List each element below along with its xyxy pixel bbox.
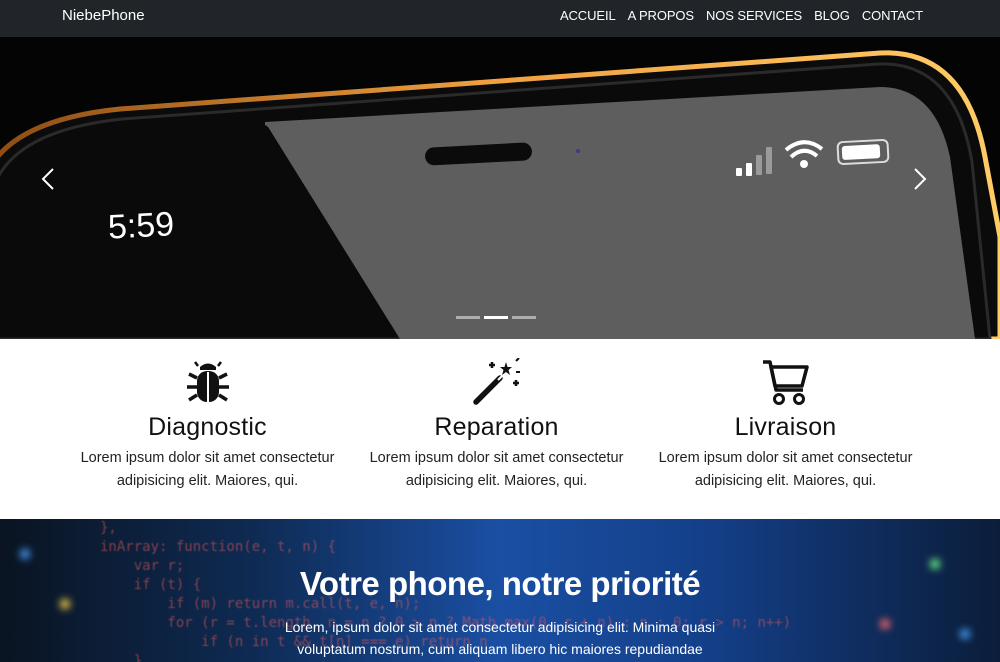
feature-title: Livraison: [734, 413, 837, 441]
banner-text-line: Lorem, ipsum dolor sit amet consectetur …: [284, 619, 716, 635]
shopping-cart-icon: [762, 360, 809, 405]
feature-description-line: adipisicing elit. Maiores, qui.: [116, 473, 299, 489]
carousel-indicator-3[interactable]: [512, 316, 536, 319]
feature-description-line: adipisicing elit. Maiores, qui.: [694, 473, 877, 489]
banner-text: Lorem, ipsum dolor sit amet consectetur …: [250, 616, 750, 660]
brand-logo[interactable]: NiebePhone: [62, 7, 145, 24]
nav-link-nos-services[interactable]: NOS SERVICES: [706, 8, 802, 23]
nav-link-accueil[interactable]: ACCUEIL: [560, 8, 616, 23]
chevron-left-icon: [41, 168, 54, 190]
feature-description-line: Lorem ipsum dolor sit amet consectetur: [369, 450, 624, 466]
nav-menu: ACCUEIL A PROPOS NOS SERVICES BLOG CONTA…: [560, 8, 923, 23]
carousel-prev-button[interactable]: [40, 167, 80, 207]
feature-title: Reparation: [434, 413, 559, 441]
bug-icon: [186, 361, 229, 402]
banner-text-line: voluptatum nostrum, cum aliquam libero h…: [297, 641, 703, 657]
feature-description-line: adipisicing elit. Maiores, qui.: [405, 473, 588, 489]
feature-description: Lorem ipsum dolor sit amet consectetur a…: [63, 447, 352, 493]
banner-title: Votre phone, notre priorité: [299, 565, 701, 602]
carousel-indicators: [456, 316, 536, 319]
feature-diagnostic: Diagnostic Lorem ipsum dolor sit amet co…: [63, 339, 352, 493]
nav-link-a-propos[interactable]: A PROPOS: [628, 8, 694, 23]
feature-livraison: Livraison Lorem ipsum dolor sit amet con…: [641, 339, 930, 493]
feature-description: Lorem ipsum dolor sit amet consectetur a…: [352, 447, 641, 493]
features-section: Diagnostic Lorem ipsum dolor sit amet co…: [0, 339, 1000, 519]
chevron-right-icon: [914, 168, 927, 190]
phone-clock-text: 5:59: [107, 205, 175, 246]
carousel-indicator-2[interactable]: [484, 316, 508, 319]
nav-link-blog[interactable]: BLOG: [814, 8, 850, 23]
light-glow: [960, 629, 970, 639]
phone-slide-image: 5:59: [0, 37, 1000, 339]
feature-reparation: Reparation Lorem ipsum dolor sit amet co…: [352, 339, 641, 493]
feature-description-line: Lorem ipsum dolor sit amet consectetur: [80, 450, 335, 466]
hero-carousel: 5:59: [0, 37, 1000, 339]
carousel-indicator-1[interactable]: [456, 316, 480, 319]
feature-description-line: Lorem ipsum dolor sit amet consectetur: [658, 450, 913, 466]
light-glow: [20, 549, 30, 559]
feature-title: Diagnostic: [148, 413, 267, 441]
carousel-next-button[interactable]: [912, 167, 952, 207]
navbar: NiebePhone ACCUEIL A PROPOS NOS SERVICES…: [0, 0, 1000, 37]
light-glow: [880, 619, 890, 629]
nav-link-contact[interactable]: CONTACT: [862, 8, 923, 23]
priority-banner: }, inArray: function(e, t, n) { var r; i…: [0, 519, 1000, 662]
magic-wand-icon: [472, 358, 520, 405]
feature-description: Lorem ipsum dolor sit amet consectetur a…: [641, 447, 930, 493]
